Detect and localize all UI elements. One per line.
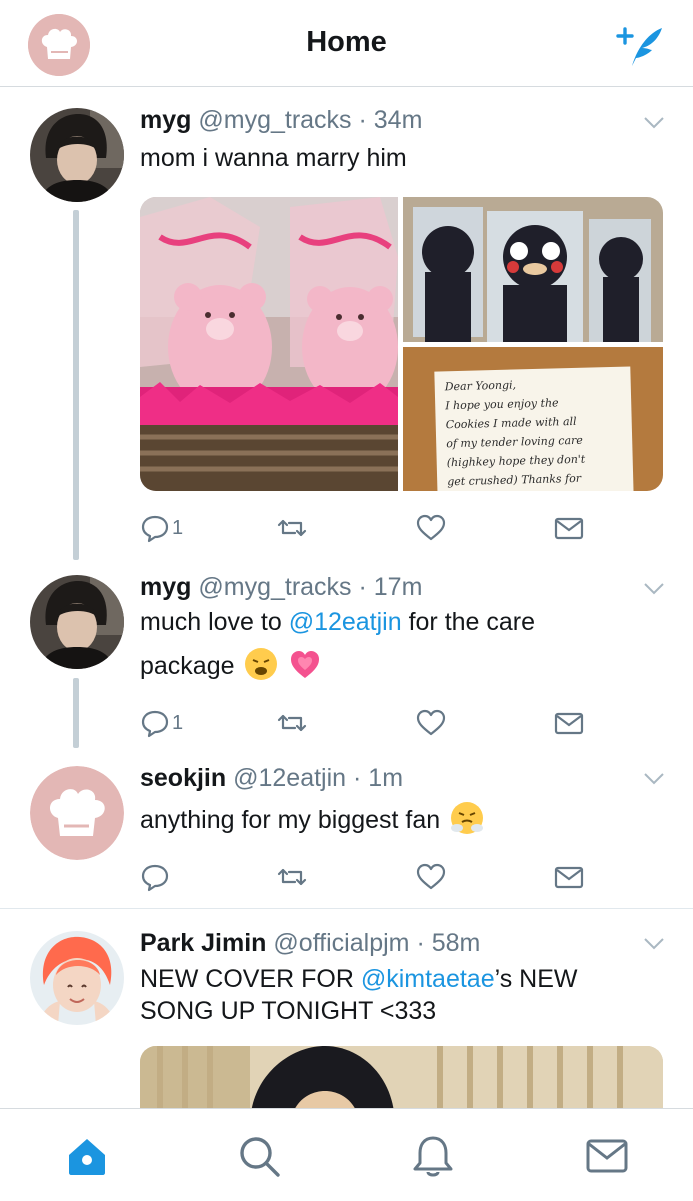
home-icon[interactable]	[64, 1133, 110, 1179]
reply-icon	[141, 515, 169, 543]
note-line: get crushed) Thanks for	[447, 471, 582, 489]
separator-dot: ·	[358, 573, 367, 601]
display-name[interactable]: myg	[140, 573, 191, 601]
display-name[interactable]: myg	[140, 106, 191, 134]
tweet-text-part: SONG UP TONIGHT <333	[140, 997, 437, 1025]
chevron-down-icon[interactable]	[643, 772, 665, 786]
envelope-icon	[554, 866, 584, 889]
reply-button[interactable]: 1	[140, 511, 183, 545]
tweet-header: Park Jimin @officialpjm · 58m	[140, 929, 643, 958]
search-icon[interactable]	[236, 1133, 282, 1179]
reply-count: 1	[172, 711, 184, 734]
heart-icon	[416, 709, 446, 736]
separator-dot: ·	[353, 764, 362, 792]
thread-connector	[73, 678, 79, 748]
avatar[interactable]	[30, 766, 124, 860]
handle[interactable]: @12eatjin	[233, 764, 346, 792]
tweet-text-part: NEW COVER FOR	[140, 965, 361, 993]
bear-cookies-photo[interactable]	[403, 197, 663, 342]
mention-link[interactable]: @12eatjin	[289, 608, 402, 636]
reply-button[interactable]: 1	[140, 706, 183, 740]
envelope-icon	[554, 517, 584, 540]
timestamp: 1m	[368, 764, 404, 792]
handle[interactable]: @myg_tracks	[198, 106, 351, 134]
thread-connector	[73, 210, 79, 560]
mention-link[interactable]: @kimtaetae	[361, 965, 495, 993]
reply-count: 1	[172, 516, 184, 539]
tweet[interactable]: myg @myg_tracks · 17m much love to @12ea…	[0, 566, 693, 756]
chevron-down-icon[interactable]	[643, 116, 665, 130]
notifications-icon[interactable]	[410, 1133, 456, 1179]
tweet[interactable]: myg @myg_tracks · 34m mom i wanna marry …	[0, 86, 693, 566]
tweet-actions	[140, 860, 600, 894]
tweet-text-part: anything for my biggest fan	[140, 806, 441, 834]
display-name[interactable]: seokjin	[140, 764, 226, 792]
tweet-actions: 1	[140, 706, 600, 740]
retweet-button[interactable]	[277, 511, 307, 545]
like-button[interactable]	[416, 511, 446, 545]
timestamp: 58m	[431, 929, 481, 957]
dm-button[interactable]	[554, 511, 584, 545]
tweet[interactable]: seokjin @12eatjin · 1m anything for my b…	[0, 756, 693, 908]
handle[interactable]: @officialpjm	[273, 929, 409, 957]
tweet-header: myg @myg_tracks · 17m	[140, 573, 643, 602]
heart-icon	[416, 863, 446, 890]
tweet-text: NEW COVER FOR @kimtaetae’s NEW SONG UP T…	[140, 963, 633, 1027]
chevron-down-icon[interactable]	[643, 937, 665, 951]
timestamp: 17m	[373, 573, 423, 601]
heart-icon	[416, 514, 446, 541]
separator-dot: ·	[358, 106, 367, 134]
handle[interactable]: @myg_tracks	[198, 573, 351, 601]
note-photo[interactable]: Dear Yoongi, I hope you enjoy the Cookie…	[403, 347, 663, 491]
timestamp: 34m	[373, 106, 423, 134]
retweet-button[interactable]	[277, 860, 307, 894]
like-button[interactable]	[416, 706, 446, 740]
steam-nose-face-emoji-icon	[451, 802, 484, 834]
avatar[interactable]	[30, 575, 124, 669]
tweet-text-part: much love to	[140, 608, 289, 636]
separator-dot: ·	[416, 929, 425, 957]
reply-icon	[141, 710, 169, 738]
like-button[interactable]	[416, 860, 446, 894]
tweet-text: much love to @12eatjin for the care pack…	[140, 600, 633, 688]
tweet-media[interactable]	[140, 1046, 663, 1108]
retweet-icon	[277, 714, 307, 732]
bottom-tab-bar	[0, 1108, 693, 1201]
tweet-header: myg @myg_tracks · 34m	[140, 106, 643, 135]
media-divider	[403, 342, 663, 347]
retweet-button[interactable]	[277, 706, 307, 740]
tweet-actions: 1	[140, 511, 600, 545]
compose-tweet-icon[interactable]	[612, 22, 666, 70]
tweet-text: mom i wanna marry him	[140, 144, 407, 172]
reply-icon	[141, 864, 169, 892]
tweet-text-part: for the care	[401, 608, 536, 636]
retweet-icon	[277, 868, 307, 886]
dm-button[interactable]	[554, 860, 584, 894]
tweet-text-part: ’s NEW	[494, 965, 578, 993]
avatar[interactable]	[30, 108, 124, 202]
tweet-text: anything for my biggest fan	[140, 798, 633, 842]
avatar[interactable]	[30, 931, 124, 1025]
cookies-photo[interactable]	[140, 197, 398, 491]
tweet-text-part: package	[140, 652, 235, 680]
tweet[interactable]: Park Jimin @officialpjm · 58m NEW COVER …	[0, 909, 693, 1108]
display-name[interactable]: Park Jimin	[140, 929, 266, 957]
growing-heart-emoji-icon	[288, 648, 322, 680]
chevron-down-icon[interactable]	[643, 582, 665, 596]
tweet-header: seokjin @12eatjin · 1m	[140, 764, 643, 793]
top-bar: Home	[0, 0, 693, 87]
reply-button[interactable]	[140, 860, 170, 894]
envelope-icon	[554, 712, 584, 735]
tweet-media[interactable]: Dear Yoongi, I hope you enjoy the Cookie…	[140, 197, 663, 491]
weary-face-emoji-icon	[245, 648, 278, 680]
retweet-icon	[277, 519, 307, 537]
messages-icon[interactable]	[584, 1133, 630, 1179]
dm-button[interactable]	[554, 706, 584, 740]
page-title: Home	[306, 26, 387, 58]
